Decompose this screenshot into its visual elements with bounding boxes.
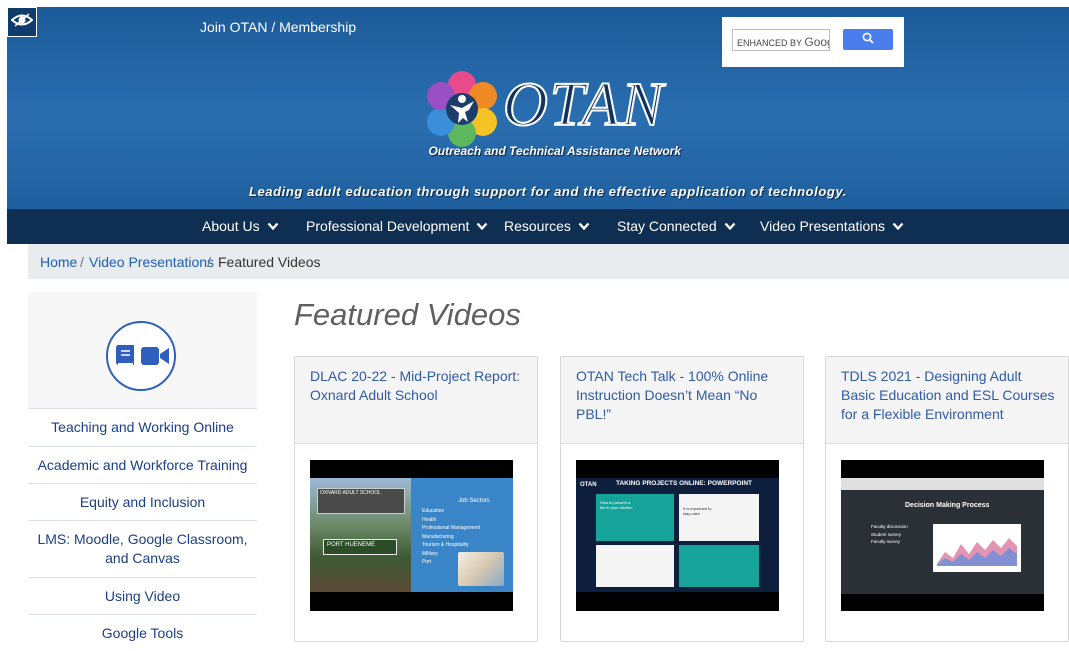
- sidebar-icon: [106, 321, 176, 391]
- list-item: Tourism & Hospitality: [422, 542, 469, 548]
- breadcrumb-home[interactable]: Home: [40, 254, 77, 270]
- main-navigation: About Us Professional Development Resour…: [7, 209, 1069, 244]
- nav-label: Professional Development: [306, 218, 470, 234]
- thumb-people-photo: [458, 552, 504, 586]
- card-title-link[interactable]: DLAC 20-22 - Mid-Project Report: Oxnard …: [310, 367, 525, 405]
- thumb-banner: TAKING PROJECTS ONLINE: POWERPOINT: [616, 480, 753, 487]
- chevron-down-icon: [724, 222, 736, 231]
- otan-logo[interactable]: OTAN Outreach and Technical Assistance N…: [423, 70, 681, 162]
- list-item: Health: [422, 516, 437, 523]
- list-item: Student survey: [871, 531, 902, 537]
- thumb-sign-bottom: PORT HUENEME: [327, 542, 376, 548]
- search-button[interactable]: [843, 29, 893, 50]
- search-box: ENHANCED BY Goog: [722, 17, 904, 67]
- thumb-panel-4: [679, 545, 759, 587]
- search-input-google: Goog: [804, 35, 829, 49]
- thumb-heading: Decision Making Process: [905, 502, 990, 509]
- nav-label: Video Presentations: [760, 218, 886, 234]
- category-sidebar: Teaching and Working Online Academic and…: [28, 292, 257, 651]
- thumb-heading: Job Sectors: [458, 498, 490, 504]
- breadcrumb-separator: /: [207, 254, 211, 270]
- nav-label: Stay Connected: [617, 218, 717, 234]
- thumb-chart: [933, 524, 1021, 572]
- site-tagline: Leading adult education through support …: [248, 184, 848, 199]
- nav-about-us[interactable]: About Us: [202, 218, 279, 234]
- chevron-down-icon: [476, 222, 488, 231]
- thumb-panel-2: [679, 494, 759, 541]
- site-header: Join OTAN / Membership ENHANCED BY Goog: [7, 7, 1069, 209]
- video-thumbnail[interactable]: OTAN TAKING PROJECTS ONLINE: POWERPOINT …: [576, 460, 779, 611]
- nav-label: Resources: [504, 218, 571, 234]
- list-item: Professional Management: [422, 525, 481, 531]
- thumb-panel-3: [596, 545, 674, 587]
- sidebar-item-academic-workforce[interactable]: Academic and Workforce Training: [28, 446, 257, 483]
- eye-icon: [10, 12, 34, 33]
- thumb-sign-top: OXNARD ADULT SCHOOL: [320, 490, 381, 496]
- search-icon: [862, 31, 874, 49]
- video-camera-icon: [140, 347, 169, 365]
- thumb-brand: OTAN: [580, 482, 597, 488]
- card-title-link[interactable]: OTAN Tech Talk - 100% Online Instruction…: [576, 367, 791, 424]
- nav-resources[interactable]: Resources: [504, 218, 590, 234]
- accessibility-button[interactable]: [7, 7, 37, 37]
- sidebar-item-equity-inclusion[interactable]: Equity and Inclusion: [28, 483, 257, 520]
- sidebar-item-teaching-online[interactable]: Teaching and Working Online: [28, 408, 257, 446]
- breadcrumb-video-presentations[interactable]: Video Presentations: [89, 254, 214, 270]
- search-input[interactable]: ENHANCED BY Goog: [732, 29, 830, 51]
- breadcrumb-separator: /: [80, 254, 84, 270]
- thumb-slide-1: How to present a fire in your kitchen: [600, 500, 633, 510]
- nav-video-presentations[interactable]: Video Presentations: [760, 218, 904, 234]
- card-header: OTAN Tech Talk - 100% Online Instruction…: [561, 357, 803, 444]
- logo-emblem: [427, 71, 497, 147]
- book-icon: [115, 345, 134, 366]
- logo-wordmark: OTAN: [502, 71, 665, 139]
- chevron-down-icon: [578, 222, 590, 231]
- video-thumbnail[interactable]: Decision Making Process Faculty discussi…: [841, 460, 1044, 611]
- nav-stay-connected[interactable]: Stay Connected: [617, 218, 736, 234]
- nav-label: About Us: [202, 218, 260, 234]
- list-item: Education: [422, 508, 445, 514]
- thumb-slide-2: It is important to stay calm: [683, 506, 712, 516]
- video-card[interactable]: DLAC 20-22 - Mid-Project Report: Oxnard …: [294, 356, 538, 642]
- list-item: Faculty survey: [871, 539, 901, 544]
- video-card[interactable]: OTAN Tech Talk - 100% Online Instruction…: [560, 356, 804, 642]
- chevron-down-icon: [892, 222, 904, 231]
- nav-professional-development[interactable]: Professional Development: [306, 218, 488, 234]
- thumb-bullets: Faculty discussion Student survey Facult…: [871, 523, 908, 546]
- video-card[interactable]: TDLS 2021 - Designing Adult Basic Educat…: [825, 356, 1069, 642]
- logo-subtitle: Outreach and Technical Assistance Networ…: [428, 144, 681, 158]
- breadcrumb: Home / Video Presentations / Featured Vi…: [28, 244, 1069, 279]
- list-item: Faculty discussion: [871, 524, 908, 529]
- sidebar-item-lms[interactable]: LMS: Moodle, Google Classroom, and Canva…: [28, 520, 257, 577]
- sidebar-item-google-tools[interactable]: Google Tools: [28, 614, 257, 651]
- chevron-down-icon: [267, 222, 279, 231]
- breadcrumb-current: Featured Videos: [218, 254, 321, 270]
- join-membership-link[interactable]: Join OTAN / Membership: [200, 19, 356, 35]
- video-thumbnail[interactable]: OXNARD ADULT SCHOOL PORT HUENEME Job Sec…: [310, 460, 513, 611]
- card-header: TDLS 2021 - Designing Adult Basic Educat…: [826, 357, 1068, 444]
- page-title: Featured Videos: [294, 297, 521, 332]
- thumb-browser-bar: [841, 478, 1044, 490]
- search-input-brand: ENHANCED BY: [737, 38, 802, 48]
- card-header: DLAC 20-22 - Mid-Project Report: Oxnard …: [295, 357, 537, 444]
- list-item: Manufacturing: [422, 533, 454, 540]
- card-title-link[interactable]: TDLS 2021 - Designing Adult Basic Educat…: [841, 367, 1056, 424]
- sidebar-item-using-video[interactable]: Using Video: [28, 577, 257, 614]
